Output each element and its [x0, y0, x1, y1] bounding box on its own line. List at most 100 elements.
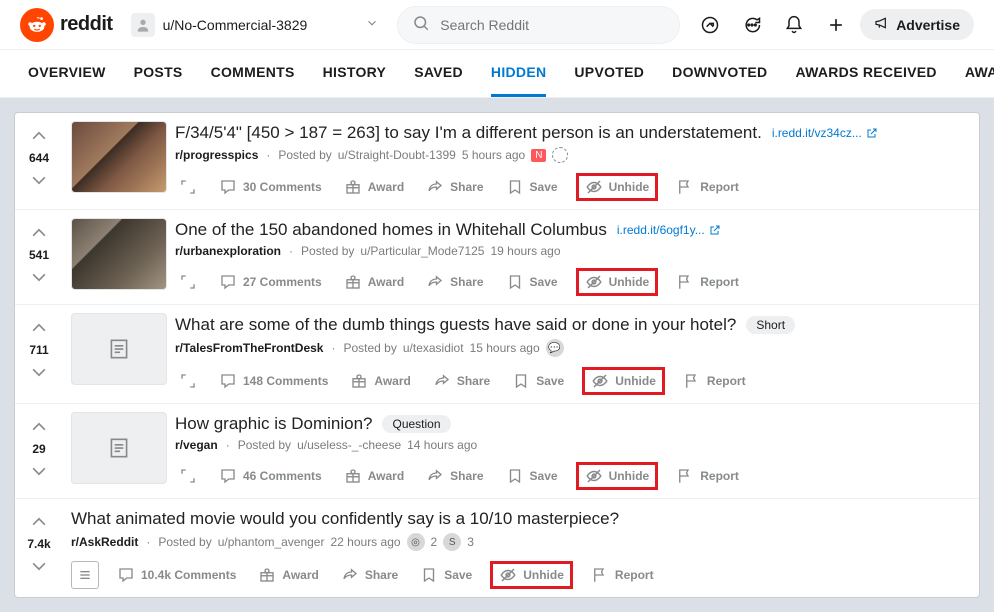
post-thumbnail[interactable] — [71, 313, 167, 385]
tab-upvoted[interactable]: UPVOTED — [574, 50, 644, 97]
subreddit-link[interactable]: r/urbanexploration — [175, 244, 281, 258]
save-button[interactable]: Save — [502, 463, 562, 489]
tab-history[interactable]: HISTORY — [323, 50, 387, 97]
tab-downvoted[interactable]: DOWNVOTED — [672, 50, 767, 97]
user-profile-dropdown[interactable]: u/No-Commercial-3829 — [125, 9, 386, 41]
downvote-button[interactable] — [27, 264, 51, 288]
upvote-button[interactable] — [27, 416, 51, 440]
report-button[interactable]: Report — [672, 463, 743, 489]
post-title[interactable]: F/34/5'4" [450 > 187 = 263] to say I'm a… — [175, 123, 762, 143]
tab-posts[interactable]: POSTS — [134, 50, 183, 97]
upvote-button[interactable] — [27, 511, 51, 535]
post-thumbnail[interactable] — [71, 121, 167, 193]
popular-icon[interactable] — [692, 7, 728, 43]
tab-hidden[interactable]: HIDDEN — [491, 50, 546, 97]
unhide-button[interactable]: Unhide — [576, 462, 659, 490]
save-label: Save — [530, 469, 558, 483]
share-button[interactable]: Share — [337, 562, 402, 588]
author-link[interactable]: u/Straight-Doubt-1399 — [338, 148, 456, 162]
unhide-button[interactable]: Unhide — [582, 367, 665, 395]
unhide-button[interactable]: Unhide — [576, 268, 659, 296]
post-title[interactable]: How graphic is Dominion? — [175, 414, 372, 434]
subreddit-link[interactable]: r/progresspics — [175, 148, 258, 162]
tab-saved[interactable]: SAVED — [414, 50, 463, 97]
report-button[interactable]: Report — [679, 368, 750, 394]
upvote-button[interactable] — [27, 222, 51, 246]
downvote-button[interactable] — [27, 553, 51, 577]
award-button[interactable]: Award — [346, 368, 414, 394]
save-button[interactable]: Save — [416, 562, 476, 588]
share-button[interactable]: Share — [422, 463, 487, 489]
reddit-wordmark: reddit — [60, 13, 113, 36]
comments-count: 46 Comments — [243, 469, 322, 483]
tab-awards-given[interactable]: AWARDS GIVEN — [965, 50, 994, 97]
post-item: 7.4k What animated movie would you confi… — [15, 499, 979, 597]
post-title[interactable]: What animated movie would you confidentl… — [71, 509, 619, 529]
save-label: Save — [536, 374, 564, 388]
post-actions: 10.4k Comments Award Share Save Unhide R… — [71, 561, 971, 589]
tab-comments[interactable]: COMMENTS — [211, 50, 295, 97]
comments-count: 10.4k Comments — [141, 568, 236, 582]
post-flair[interactable]: Short — [746, 316, 795, 334]
report-button[interactable]: Report — [672, 269, 743, 295]
post-thumbnail[interactable] — [71, 218, 167, 290]
search-input[interactable] — [440, 17, 665, 33]
downvote-button[interactable] — [27, 458, 51, 482]
author-link[interactable]: u/phantom_avenger — [218, 535, 325, 549]
award-button[interactable]: Award — [340, 269, 408, 295]
unhide-button[interactable]: Unhide — [490, 561, 573, 589]
comments-button[interactable]: 148 Comments — [215, 368, 332, 394]
subreddit-link[interactable]: r/AskReddit — [71, 535, 138, 549]
save-button[interactable]: Save — [508, 368, 568, 394]
chat-icon[interactable] — [734, 7, 770, 43]
expand-icon[interactable] — [175, 368, 201, 394]
report-button[interactable]: Report — [672, 174, 743, 200]
author-link[interactable]: u/texasidiot — [403, 341, 464, 355]
save-button[interactable]: Save — [502, 174, 562, 200]
upvote-button[interactable] — [27, 125, 51, 149]
post-meta: r/vegan Posted by u/useless-_-cheese 14 … — [175, 438, 971, 452]
save-button[interactable]: Save — [502, 269, 562, 295]
comments-button[interactable]: 46 Comments — [215, 463, 326, 489]
subreddit-link[interactable]: r/TalesFromTheFrontDesk — [175, 341, 323, 355]
comments-button[interactable]: 10.4k Comments — [113, 562, 240, 588]
post-flair[interactable]: Question — [382, 415, 450, 433]
expand-icon[interactable] — [175, 463, 201, 489]
post-item: 644 F/34/5'4" [450 > 187 = 263] to say I… — [15, 113, 979, 210]
tab-overview[interactable]: OVERVIEW — [28, 50, 106, 97]
subreddit-link[interactable]: r/vegan — [175, 438, 218, 452]
author-link[interactable]: u/useless-_-cheese — [297, 438, 401, 452]
post-title[interactable]: One of the 150 abandoned homes in Whiteh… — [175, 220, 607, 240]
reddit-logo[interactable]: reddit — [20, 8, 113, 42]
award-button[interactable]: Award — [340, 463, 408, 489]
award-button[interactable]: Award — [340, 174, 408, 200]
search-bar[interactable] — [397, 6, 680, 44]
post-external-link[interactable]: i.redd.it/6ogf1y... — [617, 223, 721, 237]
author-link[interactable]: u/Particular_Mode7125 — [360, 244, 484, 258]
expand-icon[interactable] — [175, 174, 201, 200]
tab-awards-received[interactable]: AWARDS RECEIVED — [795, 50, 936, 97]
upvote-button[interactable] — [27, 317, 51, 341]
downvote-button[interactable] — [27, 359, 51, 383]
award-label: Award — [374, 374, 410, 388]
comments-button[interactable]: 27 Comments — [215, 269, 326, 295]
expand-icon[interactable] — [175, 269, 201, 295]
comments-button[interactable]: 30 Comments — [215, 174, 326, 200]
award-badge-count: 3 — [467, 535, 474, 549]
reddit-logo-mark — [20, 8, 54, 42]
save-label: Save — [444, 568, 472, 582]
layout-toggle-icon[interactable] — [71, 561, 99, 589]
share-button[interactable]: Share — [429, 368, 494, 394]
post-title[interactable]: What are some of the dumb things guests … — [175, 315, 736, 335]
create-post-icon[interactable] — [818, 7, 854, 43]
post-thumbnail[interactable] — [71, 412, 167, 484]
award-button[interactable]: Award — [254, 562, 322, 588]
downvote-button[interactable] — [27, 167, 51, 191]
advertise-button[interactable]: Advertise — [860, 9, 974, 40]
post-external-link[interactable]: i.redd.it/vz34cz... — [772, 126, 878, 140]
share-button[interactable]: Share — [422, 174, 487, 200]
share-button[interactable]: Share — [422, 269, 487, 295]
report-button[interactable]: Report — [587, 562, 658, 588]
unhide-button[interactable]: Unhide — [576, 173, 659, 201]
notifications-icon[interactable] — [776, 7, 812, 43]
